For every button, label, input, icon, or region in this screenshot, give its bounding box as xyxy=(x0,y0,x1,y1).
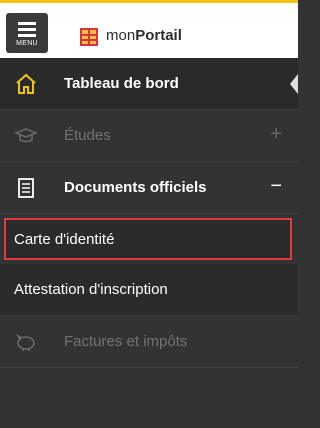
top-bar: MENU monPortail xyxy=(0,0,298,58)
app-title-bold: Portail xyxy=(135,27,182,44)
collapse-icon[interactable]: − xyxy=(270,175,282,198)
sidebar-item-label: Factures et impôts xyxy=(64,333,188,350)
sidebar-item-label: Études xyxy=(64,127,111,144)
sidebar-item-factures-impots[interactable]: Factures et impôts xyxy=(0,316,298,368)
sidebar-subitem-label: Carte d'identité xyxy=(14,231,115,248)
logo-icon xyxy=(80,28,98,46)
sidebar-item-label: Documents officiels xyxy=(64,179,207,196)
sidebar-bottom-space xyxy=(0,368,298,428)
sidebar-subitem-carte-identite[interactable]: Carte d'identité xyxy=(4,218,292,260)
piggy-bank-icon xyxy=(15,333,35,351)
graduation-cap-icon xyxy=(14,128,38,143)
menu-button[interactable]: MENU xyxy=(6,13,48,53)
app-title: monPortail xyxy=(106,27,182,44)
menu-label: MENU xyxy=(16,40,38,47)
hamburger-icon-line xyxy=(18,34,36,37)
sidebar-subitem-label: Attestation d'inscription xyxy=(14,281,168,298)
sidebar-item-label: Tableau de bord xyxy=(64,75,179,92)
sidebar-item-tableau-de-bord[interactable]: Tableau de bord xyxy=(0,58,298,110)
sidebar-menu: Tableau de bord Études + Documents offic… xyxy=(0,58,298,428)
sidebar-item-etudes[interactable]: Études + xyxy=(0,110,298,162)
sidebar-subitem-attestation-inscription[interactable]: Attestation d'inscription xyxy=(0,264,298,316)
document-icon xyxy=(18,178,34,198)
active-indicator xyxy=(290,74,298,94)
app-title-prefix: mon xyxy=(106,27,136,44)
sidebar-item-documents-officiels[interactable]: Documents officiels − xyxy=(0,162,298,214)
home-icon xyxy=(16,73,36,94)
expand-icon[interactable]: + xyxy=(270,123,282,146)
hamburger-icon-line xyxy=(18,28,36,31)
hamburger-icon xyxy=(18,22,36,25)
